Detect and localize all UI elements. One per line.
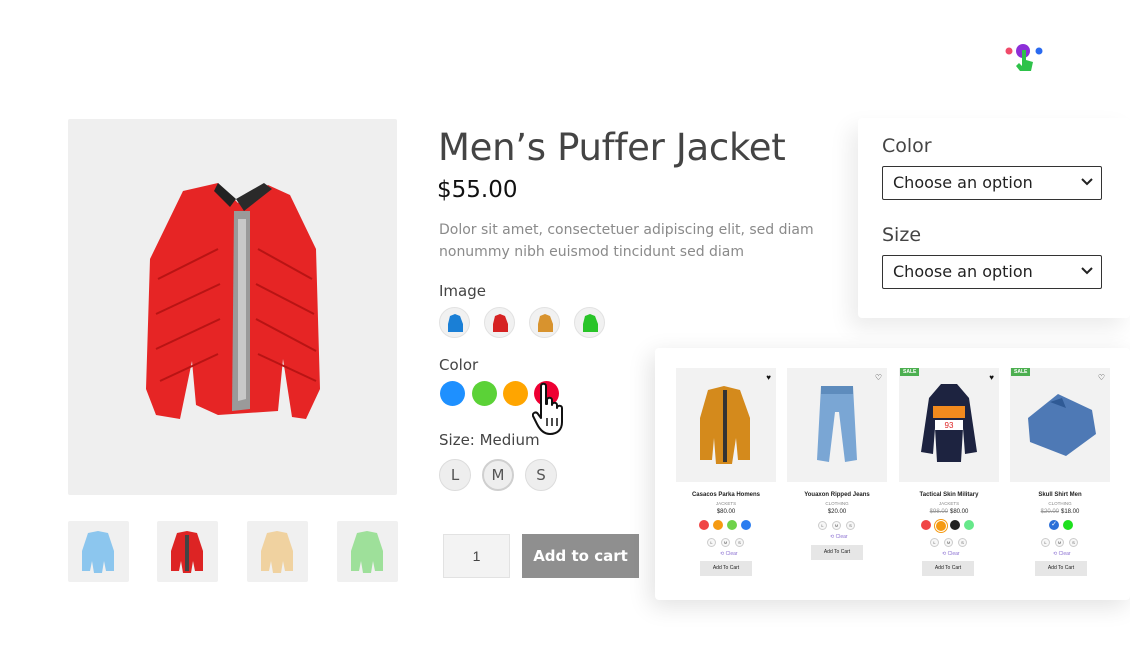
mini-size-l[interactable]: L (818, 521, 827, 530)
card-add-to-cart-button[interactable]: Add To Cart (922, 561, 974, 576)
mini-size-s[interactable]: S (735, 538, 744, 547)
card-price: $20.00 $18.00 (1040, 509, 1080, 515)
card-name[interactable]: Skull Shirt Men (1010, 492, 1110, 498)
svg-text:93: 93 (945, 421, 954, 430)
card-category: JACKETS (938, 501, 960, 506)
product-title: Men’s Puffer Jacket (438, 126, 786, 169)
mini-color-red[interactable] (921, 520, 931, 530)
mini-size-l[interactable]: L (1041, 538, 1050, 547)
color-option-label: Color (439, 356, 479, 374)
clear-link[interactable]: ⟲ Clear (720, 551, 738, 557)
image-swatch-blue[interactable] (439, 307, 470, 338)
mini-color-red[interactable] (699, 520, 709, 530)
mini-size-s[interactable]: S (1069, 538, 1078, 547)
card-category: JACKETS (715, 501, 737, 506)
plugin-logo-icon (1000, 38, 1050, 78)
mini-size-s[interactable]: S (958, 538, 967, 547)
product-description: Dolor sit amet, consectetuer adipiscing … (439, 222, 814, 260)
card-add-to-cart-button[interactable]: Add To Cart (1035, 561, 1087, 576)
add-to-cart-button[interactable]: Add to cart (522, 534, 639, 578)
card-image: SALE ♡ (1010, 368, 1110, 482)
red-puffer-jacket-image (146, 183, 320, 419)
mini-size-m[interactable]: M (832, 521, 841, 530)
size-button-m[interactable]: M (482, 459, 514, 491)
product-main-image (68, 119, 397, 495)
mini-size-l[interactable]: L (930, 538, 939, 547)
size-select-value: Choose an option (893, 262, 1033, 281)
thumb-blue-jacket[interactable] (68, 521, 129, 582)
variation-color-label: Color (882, 135, 932, 157)
card-name[interactable]: Youaxon Ripped Jeans (787, 492, 887, 498)
mini-color-blue[interactable] (741, 520, 751, 530)
mini-color-orange-selected[interactable] (935, 520, 947, 532)
card-image: 93 SALE ♥ (899, 368, 999, 482)
mini-color-blue-selected[interactable]: ✓ (1049, 520, 1059, 530)
card-category: CLOTHING (825, 501, 849, 506)
mini-color-black[interactable] (950, 520, 960, 530)
thumb-red-jacket[interactable] (157, 521, 218, 582)
color-swatch-blue[interactable] (440, 381, 465, 406)
card-image: ♥ (676, 368, 776, 482)
image-swatch-green[interactable] (574, 307, 605, 338)
mini-color-green[interactable] (1063, 520, 1073, 530)
quantity-input[interactable]: 1 (443, 534, 510, 578)
size-button-s[interactable]: S (525, 459, 557, 491)
image-swatch-red[interactable] (484, 307, 515, 338)
wishlist-heart-icon[interactable]: ♥ (989, 373, 994, 382)
product-thumbnails (68, 521, 398, 583)
card-add-to-cart-button[interactable]: Add To Cart (700, 561, 752, 576)
wishlist-heart-icon[interactable]: ♥ (766, 373, 771, 382)
mini-size-m[interactable]: M (1055, 538, 1064, 547)
card-price: $80.00 (716, 509, 736, 515)
mini-size-m[interactable]: M (944, 538, 953, 547)
wishlist-heart-icon[interactable]: ♡ (1098, 373, 1105, 382)
color-swatch-green[interactable] (472, 381, 497, 406)
card-price: $20.00 (827, 509, 847, 515)
card-image: ♡ (787, 368, 887, 482)
card-category: CLOTHING (1048, 501, 1072, 506)
clear-link[interactable]: ⟲ Clear (830, 534, 848, 540)
mini-size-l[interactable]: L (707, 538, 716, 547)
card-name[interactable]: Tactical Skin Military (899, 492, 999, 498)
image-option-label: Image (439, 282, 486, 300)
mini-color-green[interactable] (964, 520, 974, 530)
mini-color-orange[interactable] (713, 520, 723, 530)
chevron-down-icon (1081, 178, 1093, 186)
mini-size-m[interactable]: M (721, 538, 730, 547)
sale-badge: SALE (1011, 368, 1031, 376)
sale-badge: SALE (900, 368, 920, 376)
image-swatch-orange[interactable] (529, 307, 560, 338)
card-price: $98.00 $80.00 (929, 509, 969, 515)
mini-size-s[interactable]: S (846, 521, 855, 530)
clear-link[interactable]: ⟲ Clear (942, 551, 960, 557)
color-select-value: Choose an option (893, 173, 1033, 192)
color-swatch-orange[interactable] (503, 381, 528, 406)
thumb-orange-jacket[interactable] (247, 521, 308, 582)
product-price: $55.00 (437, 177, 518, 203)
size-option-label: Size: Medium (439, 431, 540, 449)
card-name[interactable]: Casacos Parka Homens (676, 492, 776, 498)
variation-size-label: Size (882, 224, 922, 246)
card-add-to-cart-button[interactable]: Add To Cart (811, 545, 863, 560)
thumb-green-jacket[interactable] (337, 521, 398, 582)
wishlist-heart-icon[interactable]: ♡ (875, 373, 882, 382)
size-select-dropdown[interactable]: Choose an option (882, 255, 1102, 289)
size-button-l[interactable]: L (439, 459, 471, 491)
color-select-dropdown[interactable]: Choose an option (882, 166, 1102, 200)
clear-link[interactable]: ⟲ Clear (1053, 551, 1071, 557)
variation-select-panel: Color Choose an option Size Choose an op… (858, 118, 1130, 318)
chevron-down-icon (1081, 267, 1093, 275)
mini-color-green[interactable] (727, 520, 737, 530)
